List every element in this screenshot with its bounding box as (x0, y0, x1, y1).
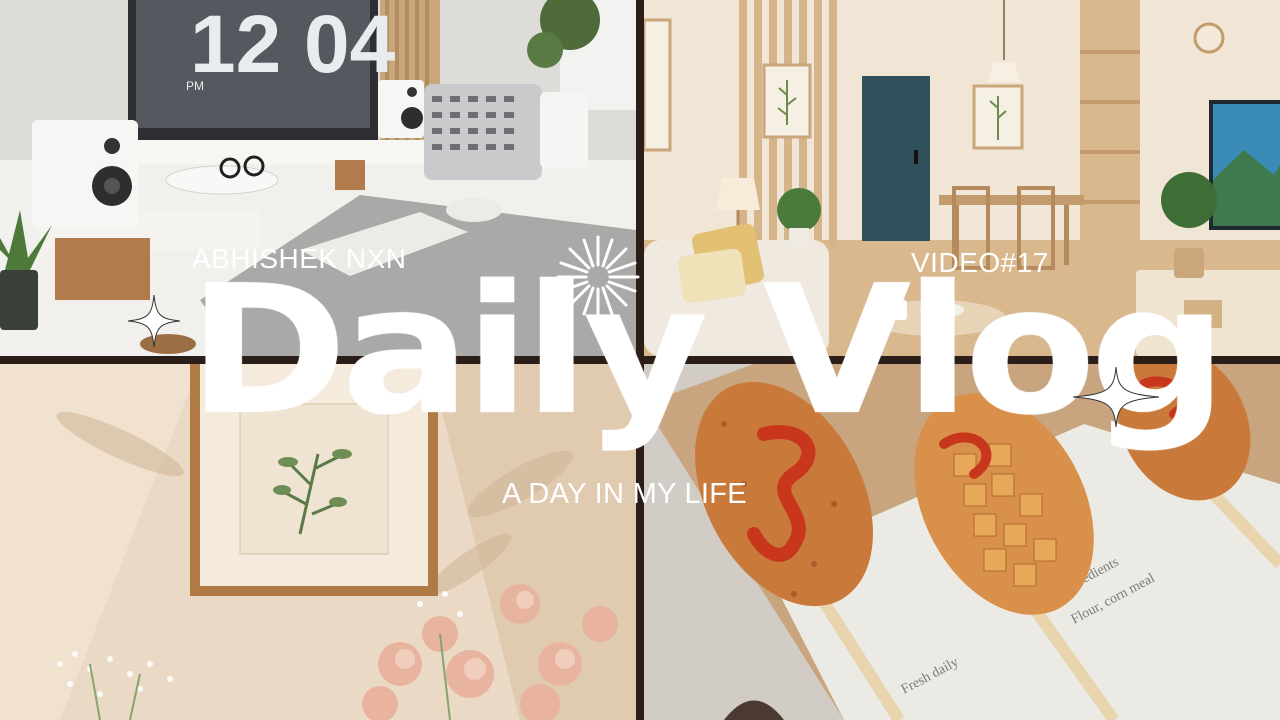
vlog-subtitle: A DAY IN MY LIFE (502, 478, 747, 510)
clock-digits: 12 04 (190, 0, 396, 90)
sparkle-icon (128, 295, 180, 347)
vlog-title: Daily Vlog (188, 247, 1227, 454)
starburst-icon (556, 235, 640, 319)
vlog-thumbnail: 12 04 PM Ingredients Flour, corn meal Fr… (0, 0, 1280, 720)
clock-period: PM (186, 79, 204, 93)
sparkle-icon (1073, 367, 1159, 427)
